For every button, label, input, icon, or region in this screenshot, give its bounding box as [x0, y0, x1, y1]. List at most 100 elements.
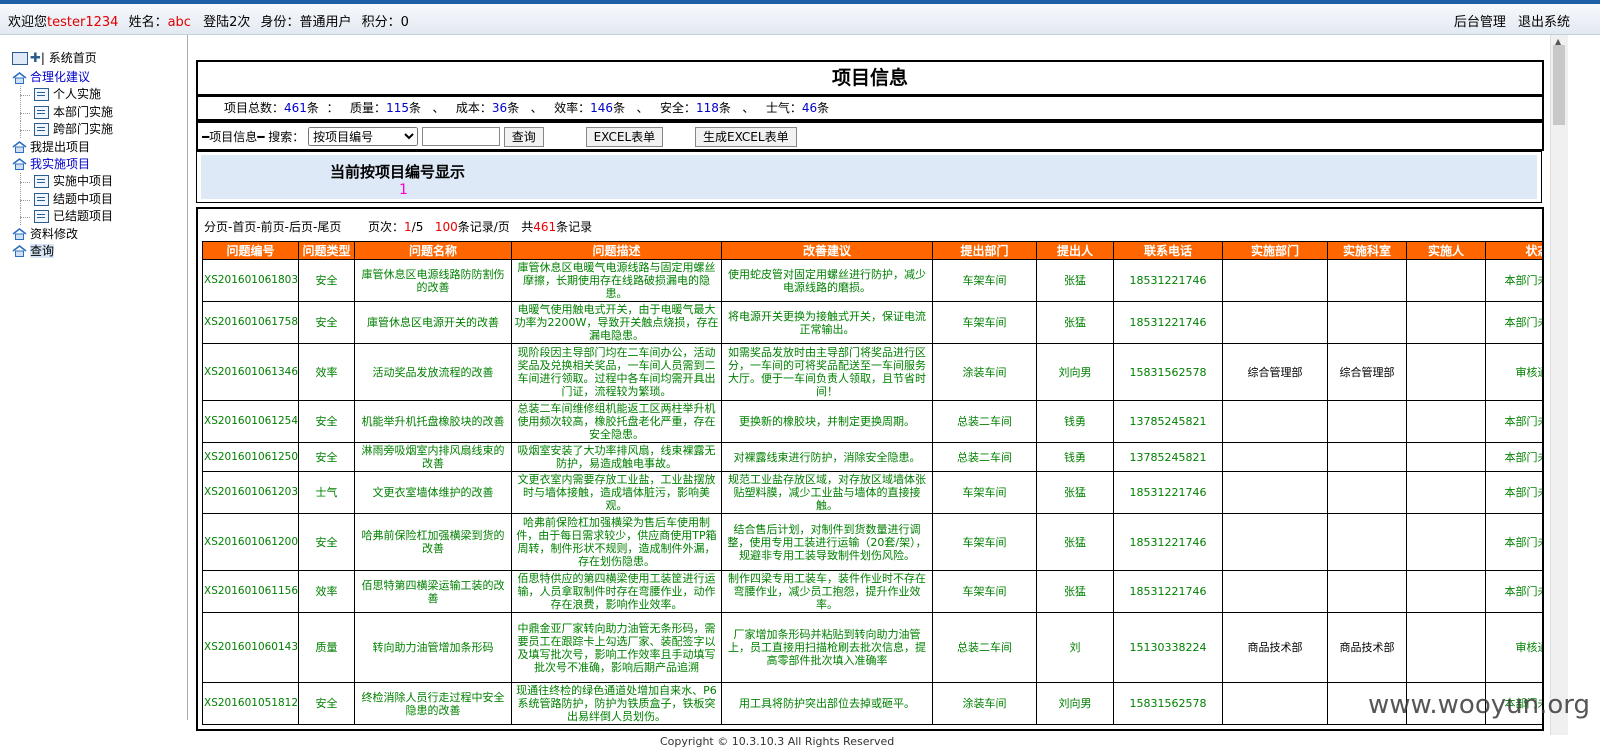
sidebar-item-closing[interactable]: 结题中项目: [12, 190, 113, 209]
table-cell: 15831562578: [1113, 682, 1223, 725]
table-cell: 15130338224: [1113, 612, 1223, 683]
table-cell: 张猛: [1036, 471, 1114, 514]
document-icon: [34, 123, 49, 137]
table-row[interactable]: XS20160106125439安全机能举升机托盘橡胶块的改善总装二车间维修组机…: [202, 400, 1542, 443]
table-cell: XS20160106120303: [202, 471, 299, 514]
search-input[interactable]: [421, 127, 500, 146]
table-cell: 18531221746: [1113, 259, 1223, 302]
stat-safety: 118: [696, 101, 719, 115]
table-cell: 哈弗前保险杠加强横梁为售后车使用制件，由于每日需求较少，供应商使用TP箱周转，制…: [511, 513, 722, 571]
table-row[interactable]: XS20160106180325安全庫管休息区电源线路防防割伤的改善庫管休息区电…: [202, 259, 1542, 302]
column-header: 问题编号: [202, 241, 299, 260]
vertical-scrollbar[interactable]: ▲: [1550, 35, 1568, 735]
user-info: 欢迎您tester1234 姓名：abc 登陆2次 身份：普通用户 积分：0: [8, 11, 415, 30]
stat-morale-label: 士气：: [765, 101, 802, 115]
table-cell: 刘向男: [1036, 343, 1114, 401]
table-cell: [1222, 513, 1328, 571]
query-button[interactable]: 查询: [503, 126, 544, 147]
sidebar-item-in-progress[interactable]: 实施中项目: [12, 173, 113, 191]
sidebar-item-personal[interactable]: 个人实施: [12, 86, 113, 104]
sidebar-item-department[interactable]: 本部门实施: [12, 103, 113, 122]
table-row[interactable]: XS20160106175831安全庫管休息区电源开关的改善电暖气使用触电式开关…: [202, 301, 1542, 344]
column-header: 联系电话: [1113, 241, 1223, 260]
generate-excel-button[interactable]: 生成EXCEL表单: [695, 126, 797, 147]
points: 积分：0: [361, 15, 409, 30]
sidebar-item-cross-department[interactable]: 跨部门实施: [12, 121, 113, 139]
search-type-select[interactable]: 按项目编号: [308, 127, 419, 146]
table-cell: [1406, 400, 1486, 443]
sidebar-item-query[interactable]: 查询: [12, 243, 113, 260]
table-cell: XS20160106125033: [202, 442, 299, 472]
table-row[interactable]: XS20160105181214安全终检消除人员行走过程中安全隐患的改善现通往终…: [202, 682, 1542, 725]
pager: 分页-首页-前页-后页-尾页 页次：1/5 100条记录/页 共461条记录: [204, 218, 592, 235]
table-cell: 安全: [298, 400, 355, 443]
table-cell: 本部门未审核: [1485, 442, 1542, 472]
table-row[interactable]: XS20160106115621效率佰思特第四横梁运输工装的改善佰思特供应的第四…: [202, 570, 1542, 613]
sidebar-item-home[interactable]: ✚| 系统首页: [12, 47, 113, 69]
sidebar-item-label: 合理化建议: [30, 70, 91, 84]
table-cell: 车架车间: [932, 259, 1037, 302]
table-cell: [1406, 570, 1486, 613]
table-cell: [1327, 400, 1407, 443]
table-cell: 安全: [298, 442, 355, 472]
table-cell: [1222, 400, 1328, 443]
stat-comma: 、: [432, 101, 445, 115]
table-cell: 效率: [298, 343, 355, 401]
document-icon: [34, 192, 49, 206]
admin-link[interactable]: 后台管理: [1454, 15, 1506, 30]
table-cell: [1222, 471, 1328, 514]
table-cell: 总装二车间: [932, 400, 1037, 443]
table-row[interactable]: XS20160106134641效率活动奖品发放流程的改善现阶段因主导部门均在二…: [202, 343, 1542, 401]
title-box: 项目信息: [196, 60, 1544, 96]
sidebar-item-label: 我实施项目: [30, 156, 91, 171]
sidebar-item-my-proposals[interactable]: 我提出项目: [12, 139, 113, 156]
column-header: 问题名称: [354, 241, 512, 260]
table-cell: 安全: [298, 259, 355, 302]
table-cell: 庫管休息区电源线路防防割伤的改善: [354, 259, 512, 302]
sidebar-item-profile[interactable]: 资料修改: [12, 226, 113, 243]
table-cell: 刘向男: [1036, 682, 1114, 725]
table-cell: 本部门未审核: [1485, 301, 1542, 344]
excel-button[interactable]: EXCEL表单: [585, 126, 664, 147]
sidebar-item-my-implementation[interactable]: 我实施项目: [12, 156, 113, 173]
table-cell: 转向助力油管增加条形码: [354, 612, 512, 683]
footer: Copyright © 10.3.10.3 All Rights Reserve…: [660, 735, 895, 748]
pager-nav[interactable]: 分页-首页-前页-后页-尾页: [204, 220, 341, 234]
pager-total-unit: 条记录: [556, 220, 593, 234]
table-cell: 审核通过: [1485, 612, 1542, 683]
project-list: 分页-首页-前页-后页-尾页 页次：1/5 100条记录/页 共461条记录 问…: [196, 207, 1544, 731]
table-cell: 张猛: [1036, 513, 1114, 571]
table-cell: [1327, 513, 1407, 571]
username: tester1234: [47, 15, 119, 30]
table-cell: 安全: [298, 682, 355, 725]
top-links: 后台管理 退出系统: [1446, 11, 1570, 30]
document-icon: [34, 210, 49, 224]
table-cell: 本部门未审核: [1485, 400, 1542, 443]
sidebar-item-suggestion[interactable]: 合理化建议: [12, 69, 113, 86]
column-header: 改善建议: [721, 241, 933, 260]
table-row[interactable]: XS20160106125033安全淋雨旁吸烟室内排风扇线束的改善吸烟室安装了大…: [202, 442, 1542, 472]
table-cell: 安全: [298, 513, 355, 571]
pager-page-current: 1: [404, 220, 412, 234]
stat-unit: 条: [507, 101, 520, 115]
stat-unit: 条: [613, 101, 626, 115]
table-cell: 车架车间: [932, 301, 1037, 344]
project-table: 问题编号 问题类型 问题名称 问题描述 改善建议 提出部门 提出人 联系电话 实…: [202, 241, 1542, 725]
tree-root-icon: [12, 52, 28, 65]
scroll-thumb[interactable]: [1553, 45, 1565, 125]
table-cell: 将电源开关更换为接触式开关，保证电流正常输出。: [721, 301, 933, 344]
sidebar-item-closed[interactable]: 已结题项目: [12, 208, 114, 226]
table-cell: [1222, 301, 1328, 344]
table-row[interactable]: XS20160106120033安全哈弗前保险杠加强横梁到货的改善哈弗前保险杠加…: [202, 513, 1542, 571]
display-mode-box: 当前按项目编号显示 1: [196, 151, 1542, 203]
page-title: 项目信息: [831, 67, 908, 89]
table-row[interactable]: XS20160106120303士气文更衣室墙体维护的改善文更衣室内需要存放工业…: [202, 471, 1542, 514]
pager-total: 461: [533, 220, 557, 234]
sidebar-item-label: 已结题项目: [53, 209, 114, 224]
table-row[interactable]: XS20160106014336质量转向助力油管增加条形码中鼎金亚厂家转向助力油…: [202, 612, 1542, 683]
table-cell: [1327, 259, 1407, 302]
display-mode-panel: 当前按项目编号显示 1: [201, 155, 1537, 199]
logout-link[interactable]: 退出系统: [1518, 15, 1570, 30]
sidebar-item-label: 我提出项目: [30, 139, 91, 154]
table-cell: [1406, 612, 1486, 683]
